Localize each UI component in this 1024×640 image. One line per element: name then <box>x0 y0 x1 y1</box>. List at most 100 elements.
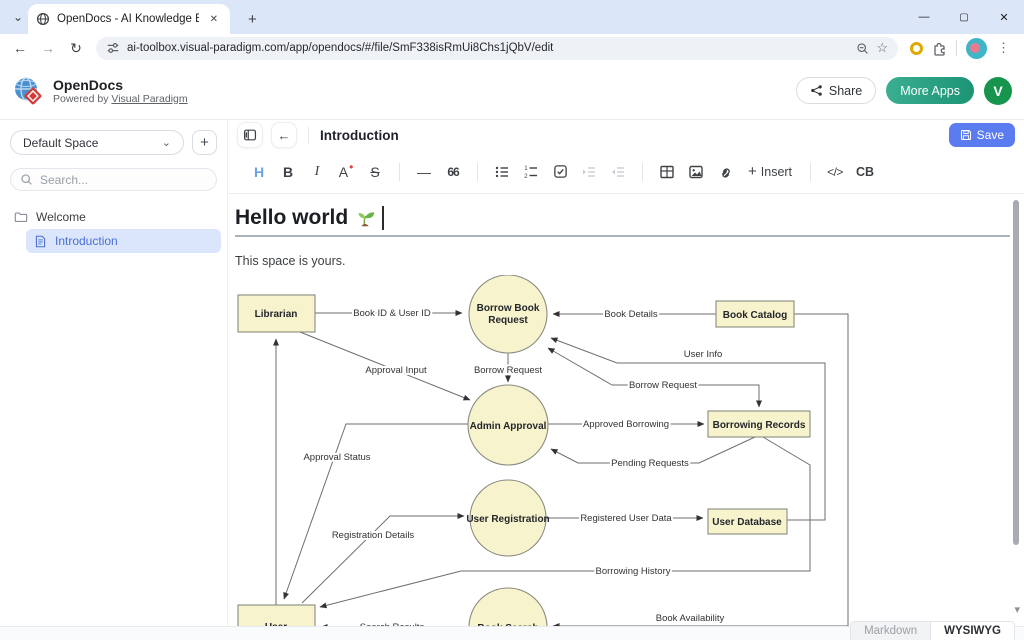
search-icon <box>20 173 33 186</box>
indent-increase-icon <box>581 164 597 180</box>
save-button[interactable]: Save <box>949 123 1015 147</box>
image-button[interactable] <box>685 159 707 185</box>
inline-code-button[interactable]: </> <box>824 159 846 185</box>
horizontal-rule-button[interactable]: — <box>413 159 435 185</box>
dfd-nodes: Librarian Borrow Book Request Book Catal… <box>238 275 810 626</box>
back-icon: ← <box>278 128 291 143</box>
add-space-button[interactable]: + <box>192 130 217 155</box>
heading-button[interactable]: H <box>248 159 270 185</box>
sidebar-item-label: Introduction <box>55 234 118 248</box>
more-apps-button[interactable]: More Apps <box>886 77 974 104</box>
edge-book-availability <box>553 314 848 626</box>
search-input[interactable] <box>40 173 190 187</box>
blockquote-button[interactable]: 66 <box>442 159 464 185</box>
address-bar[interactable]: ai-toolbox.visual-paradigm.com/app/opend… <box>96 37 898 60</box>
tab-favicon-globe-icon <box>36 12 50 26</box>
browser-tab[interactable]: OpenDocs - AI Knowledge Base ✕ <box>28 4 230 34</box>
edge-label-approval-input: Approval Input <box>365 365 427 376</box>
edge-label-registered-user-data: Registered User Data <box>580 513 672 524</box>
paragraph-text: This space is yours. <box>235 254 1010 268</box>
divider <box>308 127 309 144</box>
code-block-button[interactable]: CB <box>853 159 877 185</box>
sidebar-item-welcome[interactable]: Welcome <box>6 205 221 229</box>
share-label: Share <box>829 84 862 98</box>
divider <box>810 163 811 181</box>
edge-label-approval-status: Approval Status <box>303 452 370 463</box>
browser-menu-icon[interactable]: ⋮ <box>991 40 1016 56</box>
italic-button[interactable]: I <box>306 159 328 185</box>
bullet-list-icon <box>494 164 510 180</box>
dfd-edges <box>276 313 848 626</box>
link-icon <box>717 164 733 180</box>
font-color-button[interactable]: A• <box>335 159 357 185</box>
indent-decrease-button[interactable] <box>607 159 629 185</box>
window-minimize-button[interactable]: — <box>904 0 944 34</box>
back-button[interactable]: ← <box>271 122 297 148</box>
sidebar-search[interactable] <box>10 168 217 191</box>
edge-approval-status <box>284 424 468 599</box>
window-close-button[interactable]: ✕ <box>984 0 1024 34</box>
editor-mode-switch: Markdown WYSIWYG <box>850 621 1015 640</box>
checklist-button[interactable] <box>549 159 571 185</box>
insert-button[interactable]: +Insert <box>743 159 797 185</box>
browser-profile-avatar[interactable] <box>966 38 987 59</box>
edge-label-book-details: Book Details <box>604 309 658 320</box>
collapse-sidebar-button[interactable] <box>237 122 263 148</box>
svg-text:2: 2 <box>524 174 528 180</box>
edge-label-pending-requests: Pending Requests <box>611 458 689 469</box>
node-user-registration-label: User Registration <box>466 514 549 525</box>
dfd-edge-labels: Book ID & User ID Book Details Approval … <box>303 308 724 626</box>
site-settings-icon[interactable] <box>106 41 120 55</box>
bookmark-star-icon[interactable]: ☆ <box>876 40 888 56</box>
share-icon <box>810 84 823 97</box>
link-button[interactable] <box>714 159 736 185</box>
zoom-out-icon[interactable] <box>856 42 869 55</box>
bullet-list-button[interactable] <box>491 159 513 185</box>
forward-icon[interactable]: → <box>36 36 60 60</box>
node-borrow-book-request-label: Borrow Book <box>477 303 540 314</box>
app-name: OpenDocs <box>53 77 188 93</box>
divider <box>399 163 400 181</box>
chevron-down-icon: ⌄ <box>162 136 171 149</box>
share-button[interactable]: Share <box>796 77 876 104</box>
svg-text:1: 1 <box>524 166 528 172</box>
url-text[interactable]: ai-toolbox.visual-paradigm.com/app/opend… <box>127 42 849 54</box>
sidebar-item-introduction[interactable]: Introduction <box>26 229 221 253</box>
divider <box>477 163 478 181</box>
image-icon <box>688 164 704 180</box>
editor-content[interactable]: Hello world This space is yours. <box>228 194 1024 626</box>
wysiwyg-mode-button[interactable]: WYSIWYG <box>930 622 1014 640</box>
new-tab-button[interactable]: + <box>240 11 265 28</box>
numbered-list-button[interactable]: 12 <box>520 159 542 185</box>
back-icon[interactable]: ← <box>8 36 32 60</box>
strikethrough-button[interactable]: S <box>364 159 386 185</box>
checklist-icon <box>553 164 568 179</box>
visual-paradigm-link[interactable]: Visual Paradigm <box>111 93 187 105</box>
bold-button[interactable]: B <box>277 159 299 185</box>
editor-scrollbar[interactable] <box>1013 200 1019 545</box>
reload-icon[interactable]: ↻ <box>64 36 88 60</box>
extension-badge-icon[interactable] <box>910 42 923 55</box>
dfd-diagram-image[interactable]: Librarian Borrow Book Request Book Catal… <box>235 275 1010 626</box>
scroll-down-icon[interactable]: ▾ <box>1014 603 1020 616</box>
edge-label-book-availability: Book Availability <box>656 613 725 624</box>
save-floppy-icon <box>960 129 972 141</box>
edge-label-registration-details: Registration Details <box>332 530 415 541</box>
user-avatar[interactable]: V <box>984 77 1012 105</box>
tab-search-icon[interactable]: ⌄ <box>8 8 28 26</box>
font-color-letter: A <box>339 164 348 180</box>
tab-close-icon[interactable]: ✕ <box>206 12 222 27</box>
indent-increase-button[interactable] <box>578 159 600 185</box>
markdown-mode-button[interactable]: Markdown <box>851 622 930 640</box>
opendocs-logo <box>12 75 44 107</box>
node-user-database-label: User Database <box>712 517 782 528</box>
browser-tab-strip: ⌄ OpenDocs - AI Knowledge Base ✕ + — ▢ ✕ <box>0 0 1024 34</box>
node-borrow-book-request-label2: Request <box>488 315 528 326</box>
table-button[interactable] <box>656 159 678 185</box>
page-heading: Hello world <box>235 206 348 230</box>
space-selector[interactable]: Default Space ⌄ <box>10 130 184 155</box>
brand-block: OpenDocs Powered by Visual Paradigm <box>53 77 188 105</box>
extensions-puzzle-icon[interactable] <box>931 40 947 56</box>
window-maximize-button[interactable]: ▢ <box>944 0 984 34</box>
document-icon <box>34 235 47 248</box>
